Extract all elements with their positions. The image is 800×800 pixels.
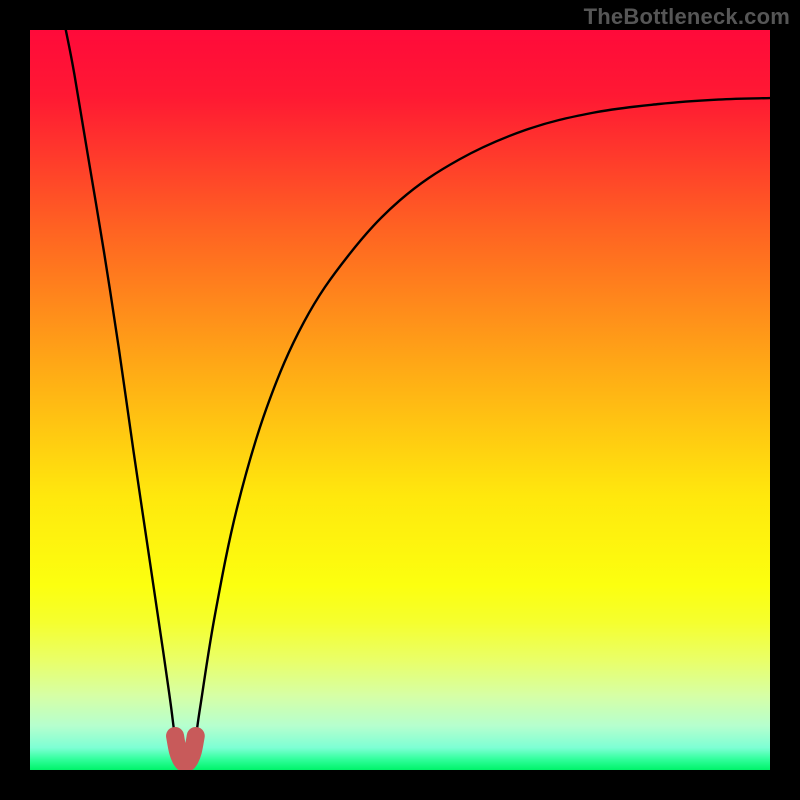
bottleneck-chart <box>30 30 770 770</box>
watermark-text: TheBottleneck.com <box>584 4 790 30</box>
chart-frame: TheBottleneck.com <box>0 0 800 800</box>
gradient-background <box>30 30 770 770</box>
